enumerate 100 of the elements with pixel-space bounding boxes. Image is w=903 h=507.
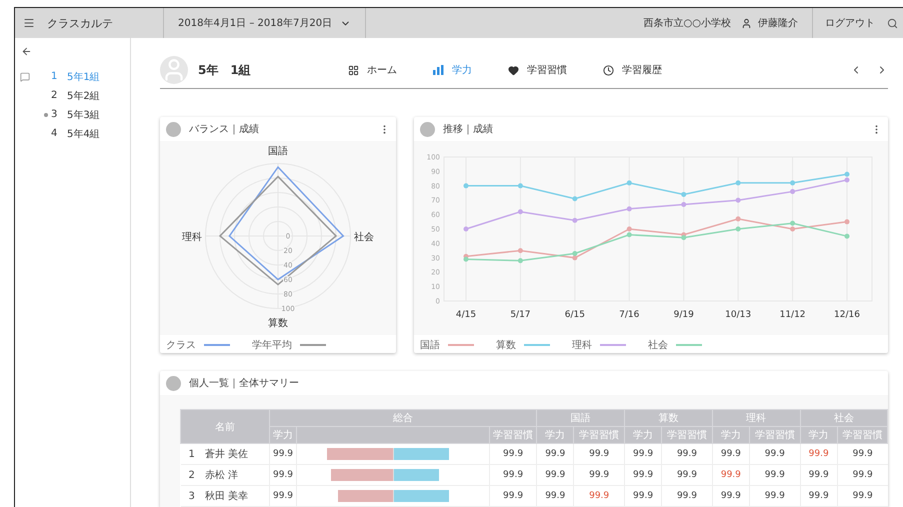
column-header: 学力 <box>269 426 297 444</box>
user-name: 伊藤隆介 <box>757 16 799 30</box>
class-avatar-icon <box>160 56 188 84</box>
user-icon <box>741 18 752 28</box>
back-icon[interactable] <box>21 46 32 57</box>
table-cell: 99.9 <box>800 444 838 464</box>
class-item[interactable]: 4 5年4組 <box>15 124 130 143</box>
column-header: 学力 <box>712 426 750 444</box>
axis-label: 9/19 <box>674 310 694 320</box>
grid-icon <box>348 64 359 76</box>
axis-label: 12/16 <box>834 310 860 320</box>
column-header: 社会 <box>800 410 888 426</box>
nav-tab[interactable]: 学習履歴 <box>603 63 662 77</box>
column-header: 学習習慣 <box>837 426 888 444</box>
table-cell: 99.9 <box>624 444 662 464</box>
data-point <box>626 180 632 186</box>
student-name: 2 赤松 洋 <box>180 464 270 486</box>
table-cell: 99.9 <box>662 444 712 464</box>
card-title: 推移｜成績 <box>443 122 494 136</box>
table-cell: 99.9 <box>750 486 800 506</box>
table-cell: 99.9 <box>574 444 624 464</box>
column-header: 学習習慣 <box>662 426 712 444</box>
axis-label: 社会 <box>354 232 374 243</box>
column-header: 学習習慣 <box>750 426 800 444</box>
data-point <box>464 226 468 232</box>
student-name: 1 蒼井 美佐 <box>180 444 270 464</box>
score-bar <box>330 469 393 481</box>
table-cell: 99.9 <box>800 486 838 506</box>
table-cell: 99.9 <box>624 464 662 486</box>
data-point <box>736 180 741 186</box>
legend-label: 算数 <box>496 339 516 352</box>
clock-icon <box>603 64 614 76</box>
axis-label: 4/15 <box>456 310 476 320</box>
table-cell: 99.9 <box>662 486 712 506</box>
data-point <box>464 183 468 188</box>
heart-icon <box>508 64 519 76</box>
avatar-icon <box>166 376 181 390</box>
card-title: 個人一覧｜全体サマリー <box>189 377 300 390</box>
table-cell: 99.9 <box>536 486 574 506</box>
table-cell: 99.9 <box>837 464 888 486</box>
data-point <box>626 206 632 212</box>
table-cell: 99.9 <box>574 486 624 506</box>
data-point <box>844 219 850 224</box>
column-header: 学力 <box>536 426 574 444</box>
bar-chart-icon <box>433 65 444 75</box>
table-cell: 99.9 <box>490 464 537 486</box>
column-header: 総合 <box>269 410 537 426</box>
chat-icon <box>20 72 30 82</box>
table-cell: 99.9 <box>536 444 574 464</box>
status-dot <box>44 112 48 116</box>
legend-label: クラス <box>166 339 196 352</box>
data-point <box>518 209 523 214</box>
table-cell: 99.9 <box>750 464 800 486</box>
class-item[interactable]: 2 5年2組 <box>15 86 130 105</box>
axis-label: 5/17 <box>510 310 531 320</box>
column-header: 理科 <box>712 410 800 426</box>
search-icon[interactable] <box>887 18 898 28</box>
avatar-icon <box>420 122 435 136</box>
data-point <box>681 202 686 208</box>
school-name: 西条市立○○小学校 <box>642 16 732 30</box>
table-cell: 99.9 <box>269 444 297 464</box>
class-item[interactable]: 3 5年3組 <box>15 105 130 124</box>
axis-label: 10/13 <box>725 310 752 320</box>
column-header: 学習習慣 <box>574 426 624 444</box>
table-cell: 99.9 <box>662 464 712 486</box>
table-cell: 99.9 <box>837 486 888 506</box>
legend-label: 国語 <box>420 338 440 352</box>
axis-label: 11/12 <box>780 310 806 320</box>
nav-tab[interactable]: 学習習慣 <box>508 63 567 77</box>
legend-label: 学年平均 <box>252 339 292 352</box>
data-point <box>572 218 578 223</box>
data-point <box>736 226 741 232</box>
legend-label: 社会 <box>648 338 668 352</box>
column-header: 名前 <box>180 410 270 444</box>
class-title: 5年 1組 <box>198 62 252 78</box>
axis-label: 6/15 <box>564 310 585 320</box>
table-cell: 99.9 <box>712 486 750 506</box>
axis-label: 7/16 <box>619 310 640 320</box>
data-point <box>681 192 686 197</box>
axis-label: 理科 <box>182 232 202 243</box>
data-point <box>790 180 796 186</box>
table-cell: 99.9 <box>269 486 297 506</box>
data-point <box>844 234 850 239</box>
table-cell: 99.9 <box>624 486 662 506</box>
menu-icon[interactable] <box>23 17 35 29</box>
column-header: 算数 <box>624 410 712 426</box>
data-point <box>736 198 741 203</box>
avatar-icon <box>166 122 181 136</box>
table-cell: 99.9 <box>490 444 537 464</box>
data-point <box>518 248 523 254</box>
nav-tab[interactable]: 学力 <box>433 63 472 77</box>
table-cell: 99.9 <box>837 444 888 464</box>
data-point <box>736 216 741 222</box>
score-bar <box>327 448 393 460</box>
app-title: クラスカルテ <box>47 16 114 30</box>
table-cell: 99.9 <box>712 444 750 464</box>
table-cell: 99.9 <box>750 444 800 464</box>
score-bar <box>338 490 393 502</box>
nav-tab[interactable]: ホーム <box>348 63 397 77</box>
data-point <box>790 189 796 194</box>
